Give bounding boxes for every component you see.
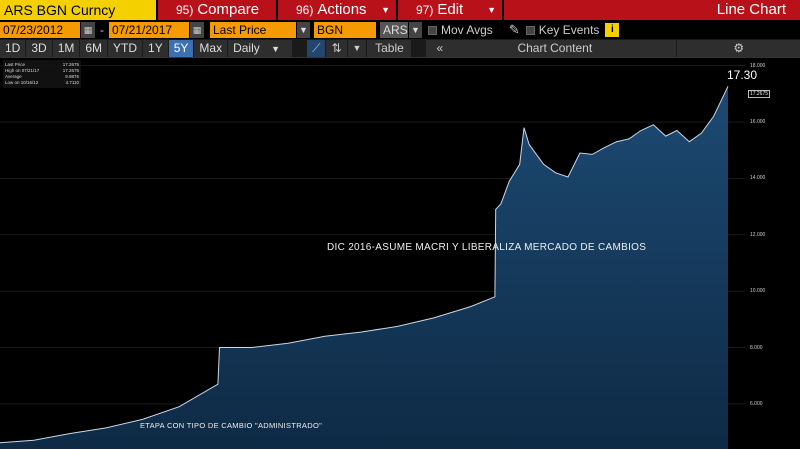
chart-content-label: Chart Content xyxy=(517,40,593,55)
range-tab-6m[interactable]: 6M xyxy=(80,39,108,57)
info-icon[interactable]: i xyxy=(605,23,620,37)
collapse-icon[interactable]: « xyxy=(436,40,443,57)
frequency-select[interactable]: Daily ▼ xyxy=(228,39,293,57)
gear-icon[interactable]: ⚙ xyxy=(677,39,800,57)
annotation-macri: DIC 2016-ASUME MACRI Y LIBERALIZA MERCAD… xyxy=(327,242,647,253)
edit-label: Edit xyxy=(437,1,464,18)
price-chart xyxy=(0,65,745,449)
calendar-icon[interactable]: ▦ xyxy=(81,22,95,38)
last-value-box: 17.2675 xyxy=(748,90,770,98)
chart-type-icon[interactable]: ⇅ xyxy=(326,39,347,57)
chevron-down-icon[interactable]: ▼ xyxy=(409,22,422,38)
range-tab-ytd[interactable]: YTD xyxy=(108,39,143,57)
chart-title: Line Chart xyxy=(504,0,800,20)
y-tick-label: 14.000 xyxy=(750,175,766,182)
compare-label: Compare xyxy=(197,1,260,18)
range-tab-max[interactable]: Max xyxy=(194,39,228,57)
frequency-label: Daily xyxy=(233,40,260,55)
pencil-icon[interactable]: ✎ xyxy=(509,22,520,38)
chevron-down-icon[interactable]: ▼ xyxy=(297,22,310,38)
annotation-administrado: ETAPA CON TIPO DE CAMBIO "ADMINISTRADO" xyxy=(140,421,323,430)
caret-down-icon: ▼ xyxy=(487,5,496,15)
range-tab-5y[interactable]: 5Y xyxy=(168,39,194,57)
y-tick-label: 6.000 xyxy=(750,400,763,407)
key-events-checkbox[interactable] xyxy=(525,25,535,35)
caret-down-icon: ▼ xyxy=(381,5,390,15)
function-bar: ARS BGN Curncy 95) Compare 96) Actions ▼… xyxy=(0,0,800,20)
compare-button[interactable]: 95) Compare xyxy=(158,0,276,20)
legend-row-low: Low on 10/16/12 4.7110 xyxy=(5,80,79,85)
range-tab-1d[interactable]: 1D xyxy=(0,39,26,57)
start-date-field[interactable]: 07/23/2012 xyxy=(0,22,80,38)
ticker-field[interactable]: ARS BGN Curncy xyxy=(0,0,156,20)
currency-field[interactable]: ARS xyxy=(380,22,408,38)
price-field-select[interactable]: Last Price xyxy=(210,22,296,38)
actions-label: Actions xyxy=(317,1,367,18)
chevron-down-icon: ▼ xyxy=(271,43,281,54)
mov-avgs-checkbox[interactable] xyxy=(428,25,437,35)
end-date-field[interactable]: 07/21/2017 xyxy=(109,22,189,38)
calendar-icon[interactable]: ▦ xyxy=(190,22,204,38)
last-value-label: 17.30 xyxy=(727,68,758,82)
table-button[interactable]: Table xyxy=(367,39,412,57)
y-tick-label: 10.000 xyxy=(750,288,766,295)
date-separator: - xyxy=(100,23,104,37)
actions-button[interactable]: 96) Actions ▼ xyxy=(278,0,396,20)
range-tab-3d[interactable]: 3D xyxy=(26,39,52,57)
y-tick-label: 12.000 xyxy=(750,231,766,238)
key-events-label: Key Events xyxy=(538,23,600,37)
chart-legend: Last Price 17.2675 High on 07/21/17 17.267… xyxy=(3,60,81,88)
edit-number: 97) xyxy=(416,3,434,17)
chevron-down-icon[interactable]: ▼ xyxy=(347,39,367,57)
line-chart-icon[interactable]: ⟋ xyxy=(307,39,326,57)
edit-button[interactable]: 97) Edit ▼ xyxy=(398,0,502,20)
y-tick-label: 18.000 xyxy=(750,62,766,69)
date-toolbar: 07/23/2012 ▦ - 07/21/2017 ▦ Last Price ▼… xyxy=(0,21,800,39)
source-field[interactable]: BGN xyxy=(314,22,376,38)
range-tab-1m[interactable]: 1M xyxy=(52,39,80,57)
y-tick-label: 16.000 xyxy=(750,119,766,125)
range-toolbar: 1D 3D 1M 6M YTD 1Y 5Y Max Daily ▼ ⟋ ⇅ ▼ … xyxy=(0,39,800,58)
compare-number: 95) xyxy=(176,3,194,17)
chart-area xyxy=(0,59,800,449)
chart-content-panel-header[interactable]: « Chart Content xyxy=(426,39,677,57)
y-tick-label: 8.000 xyxy=(750,344,763,351)
mov-avgs-label: Mov Avgs xyxy=(441,23,493,37)
actions-number: 96) xyxy=(296,3,314,17)
range-tab-1y[interactable]: 1Y xyxy=(143,39,168,57)
